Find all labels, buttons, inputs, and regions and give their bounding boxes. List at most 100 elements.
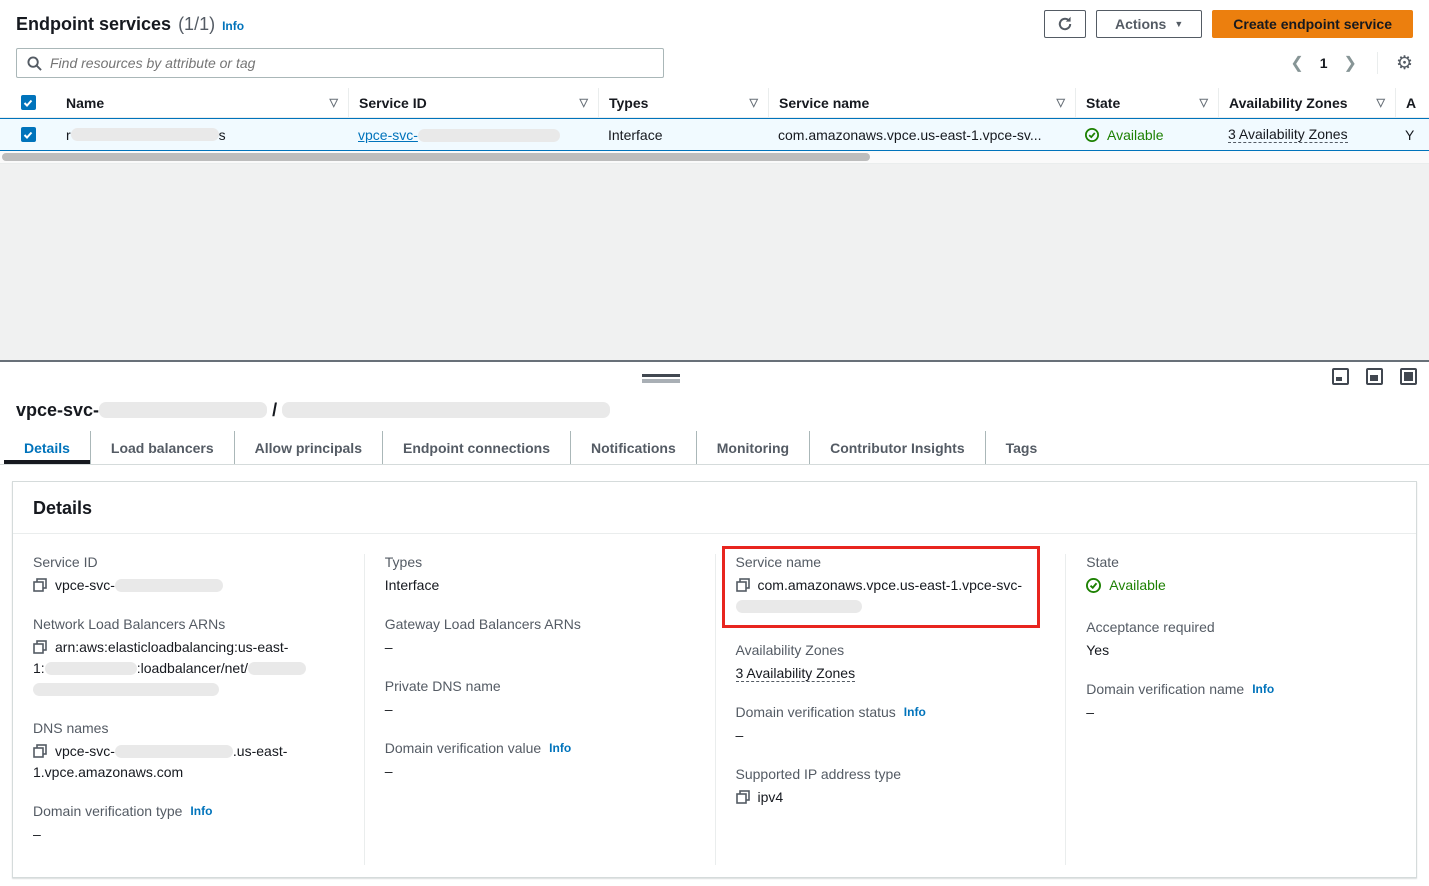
field-label: Domain verification name: [1086, 681, 1244, 697]
resource-count: (1/1): [178, 14, 215, 35]
sort-icon[interactable]: ▽: [580, 96, 588, 109]
sort-icon[interactable]: ▽: [750, 96, 758, 109]
sort-icon[interactable]: ▽: [330, 96, 338, 109]
status-badge: Available: [1085, 127, 1164, 143]
panel-size-controls: [1332, 368, 1417, 385]
redacted-name: [71, 128, 219, 141]
service-id-link[interactable]: vpce-svc-: [358, 127, 560, 143]
details-card: Details Service ID vpce-svc-: [12, 481, 1417, 878]
row-name-suffix: s: [219, 127, 226, 143]
availability-zones-link[interactable]: 3 Availability Zones: [736, 665, 856, 682]
row-name: r s: [56, 119, 348, 150]
endpoint-services-page: Endpoint services (1/1) Info Actions ▼ C…: [0, 0, 1429, 886]
row-service-name: com.amazonaws.vpce.us-east-1.vpce-sv...: [768, 119, 1075, 150]
pane-title-prefix: vpce-svc-: [16, 400, 99, 420]
info-link[interactable]: Info: [1252, 682, 1274, 696]
table-toolbar: ❮ 1 ❯ ⚙: [0, 44, 1429, 88]
field-service-name: Service name com.amazonaws.vpce.us-east-…: [736, 554, 1026, 617]
status-badge: Available: [1086, 575, 1166, 596]
empty-area: [0, 164, 1429, 360]
service-id-value-prefix: vpce-svc-: [55, 577, 115, 593]
actions-button[interactable]: Actions ▼: [1096, 10, 1202, 38]
empty-value: –: [1086, 702, 1396, 723]
endpoint-services-table: Name ▽ Service ID ▽ Types ▽ Service name…: [0, 88, 1429, 164]
column-header-types: Types: [609, 95, 648, 111]
copy-icon[interactable]: [33, 744, 47, 758]
row-acceptance-truncated: Y: [1395, 119, 1429, 150]
refresh-button[interactable]: [1044, 10, 1086, 38]
field-label: Private DNS name: [385, 678, 695, 694]
sort-icon[interactable]: ▽: [1057, 96, 1065, 109]
availability-zones-link[interactable]: 3 Availability Zones: [1228, 126, 1348, 143]
info-link[interactable]: Info: [190, 804, 212, 818]
details-column-1: Service ID vpce-svc- Network Load Balanc…: [13, 554, 364, 865]
tab-contributor-insights[interactable]: Contributor Insights: [809, 431, 985, 464]
split-pane-drag-handle[interactable]: [642, 374, 680, 383]
field-label: Network Load Balancers ARNs: [33, 616, 344, 632]
field-dns-names: DNS names vpce-svc-.us-east- 1.vpce.amaz…: [33, 720, 344, 783]
header-info-link[interactable]: Info: [222, 19, 244, 33]
row-checkbox[interactable]: [21, 127, 36, 142]
create-endpoint-service-button[interactable]: Create endpoint service: [1212, 10, 1413, 38]
field-domain-verification-type: Domain verification type Info –: [33, 803, 344, 845]
tab-allow-principals[interactable]: Allow principals: [234, 431, 382, 464]
column-header-service-name: Service name: [779, 95, 869, 111]
panel-size-medium-icon[interactable]: [1366, 368, 1383, 385]
tab-monitoring[interactable]: Monitoring: [696, 431, 809, 464]
field-label: Domain verification value: [385, 740, 541, 756]
detail-split-pane: vpce-svc- / Details Load balancers Allow…: [0, 360, 1429, 886]
row-state-label: Available: [1107, 127, 1164, 143]
copy-icon[interactable]: [736, 790, 750, 804]
actions-label: Actions: [1115, 16, 1166, 32]
detail-pane-title: vpce-svc- /: [0, 392, 1429, 431]
field-label: Service name: [736, 554, 1026, 570]
check-icon: [23, 130, 33, 140]
scrollbar-thumb[interactable]: [2, 153, 870, 161]
next-page-icon[interactable]: ❯: [1342, 53, 1359, 73]
redacted-title-name: [282, 402, 610, 418]
info-link[interactable]: Info: [549, 741, 571, 755]
tab-notifications[interactable]: Notifications: [570, 431, 696, 464]
field-domain-verification-value: Domain verification value Info –: [385, 740, 695, 782]
tab-details[interactable]: Details: [4, 431, 90, 464]
search-icon: [27, 56, 42, 71]
types-value: Interface: [385, 575, 695, 596]
search-input[interactable]: [50, 55, 653, 71]
tab-tags[interactable]: Tags: [985, 431, 1058, 464]
copy-icon[interactable]: [33, 578, 47, 592]
copy-icon[interactable]: [33, 640, 47, 654]
empty-value: –: [385, 761, 695, 782]
empty-value: –: [385, 699, 695, 720]
copy-icon[interactable]: [736, 578, 750, 592]
service-id-prefix: vpce-svc-: [358, 127, 418, 143]
field-label: Types: [385, 554, 695, 570]
page-title: Endpoint services: [16, 14, 171, 35]
horizontal-scrollbar[interactable]: [0, 151, 1429, 164]
field-nlb-arns: Network Load Balancers ARNs arn:aws:elas…: [33, 616, 344, 700]
sort-icon[interactable]: ▽: [1200, 96, 1208, 109]
field-private-dns-name: Private DNS name –: [385, 678, 695, 720]
tab-load-balancers[interactable]: Load balancers: [90, 431, 234, 464]
panel-size-small-icon[interactable]: [1332, 368, 1349, 385]
field-label: State: [1086, 554, 1396, 570]
gear-icon[interactable]: ⚙: [1396, 54, 1413, 73]
nlb-arn-line2-mid: :loadbalancer/net/: [137, 660, 248, 676]
column-header-availability-zones: Availability Zones: [1229, 95, 1348, 111]
field-domain-verification-status: Domain verification status Info –: [736, 704, 1046, 746]
tab-endpoint-connections[interactable]: Endpoint connections: [382, 431, 570, 464]
previous-page-icon[interactable]: ❮: [1288, 53, 1305, 73]
row-types: Interface: [598, 119, 768, 150]
field-domain-verification-name: Domain verification name Info –: [1086, 681, 1396, 723]
select-all-checkbox[interactable]: [21, 95, 36, 110]
redacted-lb-name: [248, 662, 306, 675]
details-column-4: State Available Accept: [1065, 554, 1416, 865]
field-supported-ip-type: Supported IP address type ipv4: [736, 766, 1046, 808]
sort-icon[interactable]: ▽: [1377, 96, 1385, 109]
details-column-3: Service name com.amazonaws.vpce.us-east-…: [715, 554, 1066, 865]
info-link[interactable]: Info: [904, 705, 926, 719]
state-value: Available: [1109, 575, 1166, 596]
dns-value-prefix: vpce-svc-: [55, 743, 115, 759]
search-box[interactable]: [16, 48, 664, 78]
table-row[interactable]: r s vpce-svc- Interface com.amazonaws.vp…: [0, 118, 1429, 151]
panel-size-large-icon[interactable]: [1400, 368, 1417, 385]
